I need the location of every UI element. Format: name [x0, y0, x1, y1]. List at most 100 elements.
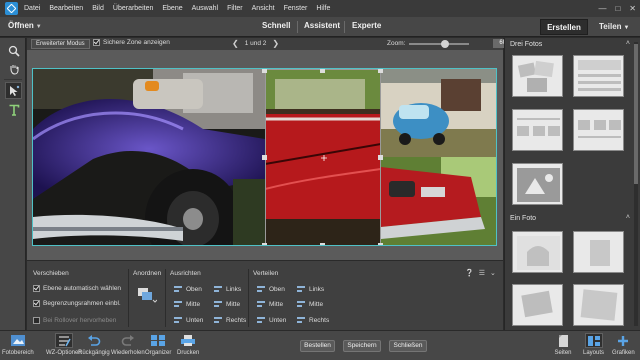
help-icon[interactable]: ❔ [465, 269, 474, 277]
layout-thumb-4[interactable] [573, 109, 624, 151]
align-top[interactable]: Oben [173, 285, 202, 293]
app-logo-icon [5, 2, 18, 15]
layout-thumb-6[interactable] [512, 231, 563, 273]
tab-expert[interactable]: Experte [352, 21, 381, 30]
maximize-icon[interactable]: □ [615, 4, 620, 13]
print-button[interactable]: Drucken [177, 333, 199, 356]
safe-zone-toggle[interactable]: Sichere Zone anzeigen [93, 39, 170, 46]
tool-options-button[interactable]: WZ-Optionen [46, 333, 82, 356]
hand-tool[interactable] [5, 60, 22, 77]
resize-handle[interactable] [320, 243, 325, 245]
advanced-mode-button[interactable]: Erweiterter Modus [31, 39, 90, 49]
next-page-icon[interactable]: ❯ [272, 39, 279, 48]
align-bottom[interactable]: Unten [173, 316, 203, 324]
menu-view[interactable]: Ansicht [252, 5, 275, 12]
photo-isetta[interactable] [381, 69, 496, 157]
collapse-icon[interactable]: ⌄ [490, 269, 496, 277]
distribute-top-icon [256, 285, 266, 293]
photo-collage[interactable] [32, 68, 497, 246]
collapse-section-icon[interactable]: ˄ [626, 214, 630, 221]
zoom-tool[interactable] [5, 42, 22, 59]
menu-help[interactable]: Hilfe [316, 5, 330, 12]
menu-layer[interactable]: Ebene [162, 5, 182, 12]
tab-guided[interactable]: Assistent [304, 21, 340, 30]
resize-handle[interactable] [262, 155, 267, 160]
redo-button[interactable]: Wiederholen [111, 333, 145, 356]
menu-window[interactable]: Fenster [284, 5, 308, 12]
menu-file[interactable]: Datei [24, 5, 40, 12]
order-button[interactable]: Bestellen [300, 340, 335, 352]
resize-handle[interactable] [378, 155, 383, 160]
type-tool[interactable] [5, 101, 22, 118]
pages-button[interactable]: Seiten [554, 333, 572, 356]
resize-handle[interactable] [378, 69, 383, 73]
menu-filter[interactable]: Filter [227, 5, 243, 12]
resize-handle[interactable] [262, 69, 267, 73]
graphics-button[interactable]: Grafiken [612, 333, 635, 356]
menu-enhance[interactable]: Überarbeiten [113, 5, 153, 12]
layout-thumb-2[interactable] [573, 55, 624, 97]
distribute-top[interactable]: Oben [256, 285, 285, 293]
organizer-button[interactable]: Organizer [145, 333, 171, 356]
open-button[interactable]: Öffnen ▼ [8, 21, 42, 30]
photo-blue-car[interactable] [33, 69, 265, 245]
menu-edit[interactable]: Bearbeiten [49, 5, 83, 12]
create-button[interactable]: Erstellen [540, 19, 588, 35]
distribute-center[interactable]: Mitte [296, 300, 323, 308]
layout-preview [517, 236, 560, 270]
organizer-label: Organizer [145, 350, 172, 356]
share-button[interactable]: Teilen ▼ [599, 22, 629, 31]
photo-red-car-front[interactable] [381, 157, 496, 245]
auto-select-checkbox[interactable] [33, 285, 40, 292]
layout-thumb-3[interactable] [512, 109, 563, 151]
distribute-left[interactable]: Links [296, 285, 324, 293]
menu-image[interactable]: Bild [92, 5, 104, 12]
rollover-option[interactable]: Bei Rollover hervorheben [33, 317, 116, 324]
prev-page-icon[interactable]: ❮ [232, 39, 239, 48]
menu-select[interactable]: Auswahl [192, 5, 218, 12]
align-right[interactable]: Rechts [213, 316, 246, 324]
safe-zone-checkbox[interactable] [93, 39, 100, 46]
align-middle[interactable]: Mitte [173, 300, 200, 308]
arrange-icon[interactable] [137, 287, 158, 305]
tool-options-panel: Verschieben Ebene automatisch wählen Beg… [27, 260, 503, 330]
distribute-middle[interactable]: Mitte [256, 300, 283, 308]
bounding-box-checkbox[interactable] [33, 300, 40, 307]
resize-handle[interactable] [262, 243, 267, 245]
align-center[interactable]: Mitte [213, 300, 240, 308]
rollover-checkbox[interactable] [33, 317, 40, 324]
zoom-slider-thumb[interactable] [441, 39, 450, 48]
bounding-box-option[interactable]: Begrenzungsrahmen einbl. [33, 300, 121, 307]
layouts-button[interactable]: Layouts [583, 333, 604, 356]
page-navigator: ❮ 1 und 2 ❯ [232, 39, 279, 48]
scrollbar-thumb[interactable] [634, 44, 638, 184]
chevron-down-icon: ▼ [35, 24, 42, 30]
minimize-icon[interactable]: — [598, 4, 606, 13]
distribute-right[interactable]: Rechts [296, 316, 329, 324]
layout-thumb-5[interactable] [512, 163, 563, 205]
resize-handle[interactable] [378, 243, 383, 245]
layout-preview [517, 118, 560, 136]
distribute-bottom[interactable]: Unten [256, 316, 286, 324]
layout-thumb-9[interactable] [573, 284, 624, 326]
canvas-area[interactable] [27, 50, 503, 260]
layout-thumb-1[interactable] [512, 55, 563, 97]
close-button[interactable]: Schließen [389, 340, 427, 352]
layout-thumb-8[interactable] [512, 284, 563, 326]
zoom-slider[interactable] [409, 39, 470, 48]
align-left[interactable]: Links [213, 285, 241, 293]
undo-button[interactable]: Rückgängig [78, 333, 110, 356]
photo-bin-button[interactable]: Fotobereich [2, 333, 34, 356]
auto-select-option[interactable]: Ebene automatisch wählen [33, 285, 121, 292]
close-icon[interactable]: ✕ [629, 4, 636, 13]
resize-handle[interactable] [320, 69, 325, 73]
photo-bin-icon [9, 333, 27, 348]
collapse-section-icon[interactable]: ˄ [626, 40, 630, 47]
panel-menu-icon[interactable]: ☰ [479, 269, 485, 277]
pages-label: Seiten [554, 350, 572, 356]
panel-scrollbar[interactable] [634, 42, 638, 326]
layout-thumb-7[interactable] [573, 231, 624, 273]
save-button[interactable]: Speichern [343, 340, 381, 352]
move-tool[interactable] [5, 82, 22, 99]
tab-quick[interactable]: Schnell [262, 21, 290, 30]
